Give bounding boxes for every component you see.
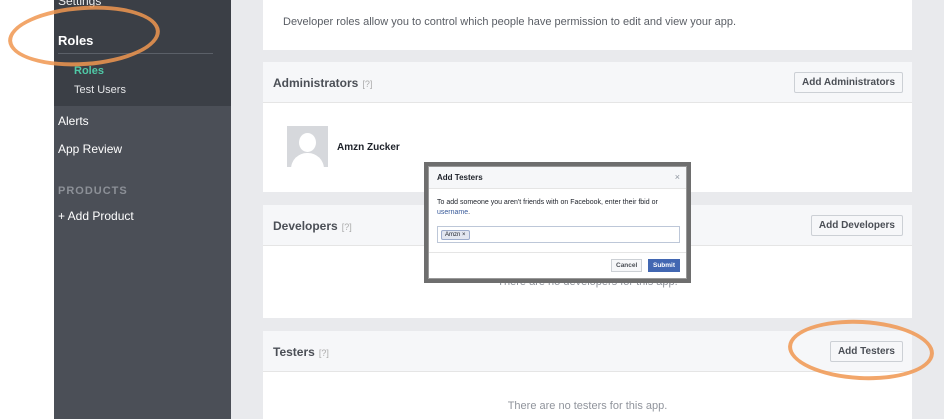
cancel-button[interactable]: Cancel <box>611 259 643 272</box>
help-icon[interactable]: [?] <box>319 348 329 358</box>
dialog-description-text: To add someone you aren't friends with o… <box>437 199 658 206</box>
avatar-head-shape <box>299 133 316 152</box>
testers-title-text: Testers <box>273 345 315 359</box>
roles-page: Settings Roles Roles Test Users Alerts A… <box>0 0 944 419</box>
sidebar-item-app-review[interactable]: App Review <box>58 142 122 156</box>
token-remove-icon[interactable]: × <box>462 232 466 238</box>
help-icon[interactable]: [?] <box>362 79 372 89</box>
administrators-title-text: Administrators <box>273 76 359 90</box>
sidebar-item-alerts[interactable]: Alerts <box>58 114 89 128</box>
tester-token-label: Amzn <box>445 232 461 238</box>
sidebar-item-add-product[interactable]: + Add Product <box>58 209 134 223</box>
help-icon[interactable]: [?] <box>342 222 352 232</box>
tester-token[interactable]: Amzn × <box>441 230 470 240</box>
administrators-title: Administrators [?] <box>273 76 372 90</box>
dialog-description: To add someone you aren't friends with o… <box>437 198 677 218</box>
administrator-name[interactable]: Amzn Zucker <box>337 142 400 153</box>
close-icon[interactable]: × <box>675 172 680 182</box>
roles-intro-card: Developer roles allow you to control whi… <box>263 0 912 50</box>
add-administrators-button[interactable]: Add Administrators <box>794 72 903 93</box>
dialog-header: Add Testers × <box>429 167 686 189</box>
sidebar-products-heading: PRODUCTS <box>58 185 128 197</box>
sidebar-subitem-roles[interactable]: Roles <box>74 65 104 77</box>
dialog-title: Add Testers <box>437 173 483 182</box>
testers-title: Testers [?] <box>273 345 329 359</box>
testers-token-input[interactable]: Amzn × <box>437 226 680 243</box>
add-testers-dialog: Add Testers × To add someone you aren't … <box>428 166 687 279</box>
avatar[interactable] <box>287 126 328 167</box>
add-developers-button[interactable]: Add Developers <box>810 215 903 236</box>
dialog-description-end: . <box>468 209 471 216</box>
dialog-footer-divider <box>429 252 686 253</box>
testers-empty-text: There are no testers for this app. <box>507 400 668 412</box>
sidebar-subitem-test-users[interactable]: Test Users <box>74 84 126 96</box>
avatar-body-shape <box>291 153 324 167</box>
developers-title-text: Developers <box>273 219 338 233</box>
username-link[interactable]: username <box>437 209 468 216</box>
developers-title: Developers [?] <box>273 219 352 233</box>
submit-button[interactable]: Submit <box>648 259 681 272</box>
administrators-header: Administrators [?] Add Administrators <box>263 62 912 103</box>
roles-intro-text: Developer roles allow you to control whi… <box>283 16 737 28</box>
